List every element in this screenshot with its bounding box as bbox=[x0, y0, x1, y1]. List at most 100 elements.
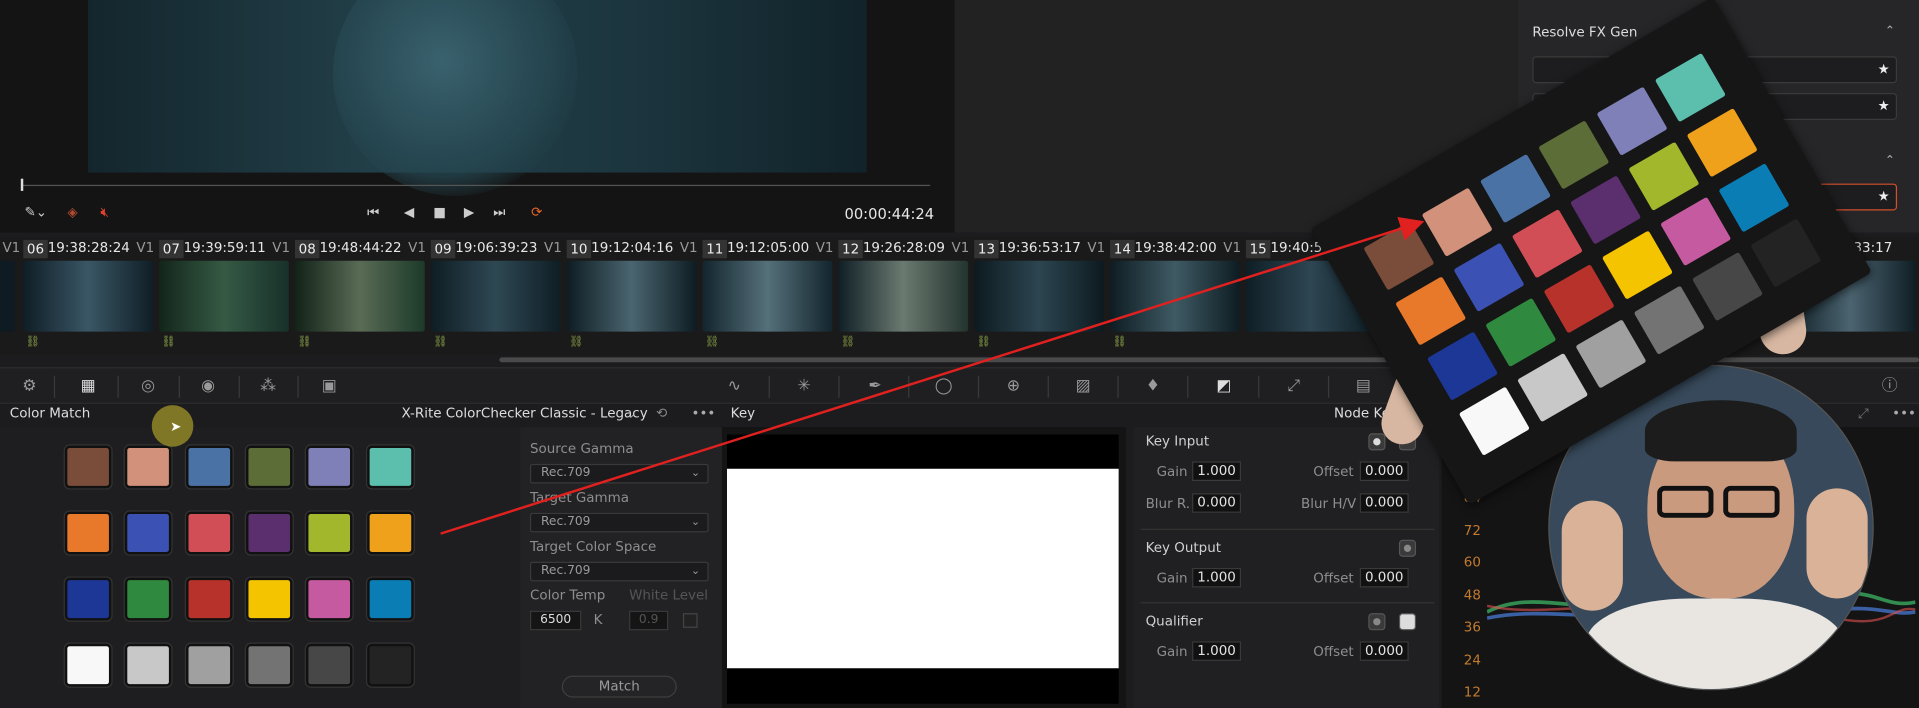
curves-icon[interactable]: ∿ bbox=[722, 376, 746, 398]
separator bbox=[977, 375, 980, 398]
collapse-icon[interactable]: ⌃ bbox=[1885, 24, 1895, 37]
qualifier-gain[interactable]: 1.000 bbox=[1192, 641, 1242, 661]
select-value: Rec.709 bbox=[540, 564, 591, 578]
clip[interactable]: 09 19:06:39:23 V1 ⛓ bbox=[428, 237, 564, 354]
color-swatch[interactable] bbox=[64, 643, 112, 687]
magic-mask-icon[interactable]: ▨ bbox=[1071, 376, 1095, 398]
chart-select[interactable]: X-Rite ColorChecker Classic - Legacy bbox=[401, 405, 647, 427]
source-gamma-select[interactable]: Rec.709 ⌄ bbox=[529, 463, 709, 484]
color-swatch[interactable] bbox=[64, 445, 112, 489]
scrub-bar[interactable] bbox=[22, 184, 931, 187]
key-output-gain[interactable]: 1.000 bbox=[1192, 567, 1242, 588]
color-swatch[interactable] bbox=[366, 643, 414, 687]
star-icon[interactable]: ★ bbox=[1878, 98, 1890, 114]
qualifier-invert-icon[interactable] bbox=[1398, 613, 1417, 631]
color-swatch[interactable] bbox=[366, 577, 414, 621]
match-button[interactable]: Match bbox=[561, 675, 677, 698]
color-swatch[interactable] bbox=[185, 445, 233, 489]
loop-icon[interactable]: ⟳ bbox=[531, 204, 542, 220]
key-input-gain[interactable]: 1.000 bbox=[1192, 461, 1242, 481]
color-swatch[interactable] bbox=[125, 445, 172, 489]
clip[interactable]: 14 19:38:42:00 V1 ⛓ bbox=[1108, 237, 1244, 354]
key-output-mask-icon[interactable] bbox=[1398, 539, 1417, 557]
3d-icon[interactable]: ▤ bbox=[1351, 376, 1375, 398]
more-icon[interactable]: ••• bbox=[692, 405, 716, 427]
hdr-icon[interactable]: ◉ bbox=[196, 376, 220, 398]
camera-raw-icon[interactable]: ⚙ bbox=[17, 376, 41, 398]
scope-tick: 36 bbox=[1463, 619, 1481, 636]
blur-icon[interactable]: ♦ bbox=[1141, 376, 1165, 398]
playhead[interactable] bbox=[20, 178, 24, 191]
key-icon[interactable]: ◩ bbox=[1212, 376, 1236, 398]
white-level-checkbox[interactable] bbox=[682, 613, 698, 628]
more-icon[interactable]: ••• bbox=[1892, 405, 1916, 427]
clip[interactable]: 13 19:36:53:17 V1 ⛓ bbox=[972, 237, 1108, 354]
color-swatch[interactable] bbox=[125, 577, 172, 621]
clip[interactable]: 08 19:48:44:22 V1 ⛓ bbox=[293, 237, 429, 354]
color-swatch[interactable] bbox=[245, 511, 293, 555]
color-swatch[interactable] bbox=[245, 643, 293, 687]
color-swatch[interactable] bbox=[306, 511, 353, 555]
checker-patch bbox=[1570, 175, 1642, 245]
mute-icon[interactable]: 🔇︎ bbox=[100, 204, 108, 221]
checker-patch bbox=[1395, 276, 1467, 346]
color-swatch[interactable] bbox=[306, 643, 353, 687]
color-swatch[interactable] bbox=[245, 577, 293, 621]
gain-label: Gain bbox=[1156, 570, 1188, 587]
last-frame-icon[interactable]: ⏭ bbox=[493, 204, 505, 221]
color-swatch[interactable] bbox=[185, 577, 233, 621]
picker-icon[interactable]: ✎⌄ bbox=[24, 204, 47, 220]
clip[interactable]: 10 19:12:04:16 V1 ⛓ bbox=[564, 237, 700, 354]
white-level-input[interactable]: 0.9 bbox=[629, 610, 669, 631]
star-icon[interactable]: ★ bbox=[1878, 61, 1890, 77]
sizing-icon[interactable]: ⤢ bbox=[1281, 376, 1305, 398]
clip[interactable]: 12 19:26:28:09 V1 ⛓ bbox=[836, 237, 972, 354]
color-temp-input[interactable]: 6500 bbox=[529, 610, 582, 631]
key-output-offset[interactable]: 0.000 bbox=[1359, 567, 1409, 588]
separator bbox=[1117, 375, 1119, 398]
clip[interactable]: 11 19:12:05:00 V1 ⛓ bbox=[700, 237, 836, 354]
color-wheels-icon[interactable]: ◎ bbox=[136, 376, 160, 398]
clip[interactable]: 06 19:38:28:24 V1 ⛓ bbox=[21, 237, 157, 354]
motion-effects-icon[interactable]: ▣ bbox=[317, 376, 341, 398]
expand-icon[interactable]: ⤢ bbox=[1858, 405, 1869, 427]
reverse-icon[interactable]: ◀ bbox=[404, 204, 414, 220]
key-input-mask-icon[interactable] bbox=[1368, 433, 1386, 451]
color-warper-icon[interactable]: ✳ bbox=[792, 376, 816, 398]
qualifier-mask-icon[interactable] bbox=[1368, 613, 1386, 631]
color-swatch[interactable] bbox=[366, 511, 414, 555]
color-swatch[interactable] bbox=[306, 577, 353, 621]
clip-thumbnail[interactable] bbox=[0, 260, 15, 332]
key-input-offset[interactable]: 0.000 bbox=[1359, 461, 1409, 481]
tracker-icon[interactable]: ⊕ bbox=[1001, 376, 1025, 398]
qualifier-icon[interactable]: ✒ bbox=[863, 376, 887, 398]
color-swatch[interactable] bbox=[366, 445, 414, 489]
info-icon[interactable]: ⓘ bbox=[1877, 376, 1901, 398]
key-input-blur-r[interactable]: 0.000 bbox=[1192, 493, 1242, 513]
collapse-icon[interactable]: ⌃ bbox=[1885, 154, 1895, 167]
stop-icon[interactable]: ■ bbox=[433, 204, 446, 220]
color-match-icon[interactable]: ▦ bbox=[76, 376, 100, 398]
target-color-space-select[interactable]: Rec.709 ⌄ bbox=[529, 561, 709, 582]
window-icon[interactable]: ◯ bbox=[931, 376, 955, 398]
color-swatch[interactable] bbox=[245, 445, 293, 489]
key-input-blur-hv[interactable]: 0.000 bbox=[1359, 493, 1409, 513]
color-swatch[interactable] bbox=[64, 577, 112, 621]
reset-icon[interactable]: ⟲ bbox=[656, 405, 667, 427]
color-swatch[interactable] bbox=[306, 445, 353, 489]
color-swatch[interactable] bbox=[64, 511, 112, 555]
rgb-mixer-icon[interactable]: ⁂ bbox=[256, 376, 280, 398]
checker-patch bbox=[1633, 285, 1705, 355]
play-icon[interactable]: ▶ bbox=[464, 204, 474, 220]
first-frame-icon[interactable]: ⏮ bbox=[367, 204, 379, 221]
star-icon[interactable]: ★ bbox=[1878, 188, 1890, 204]
color-swatch[interactable] bbox=[125, 511, 172, 555]
layers-icon[interactable]: ◈ bbox=[67, 204, 77, 220]
clip[interactable]: 07 19:39:59:11 V1 ⛓ bbox=[157, 237, 293, 354]
target-gamma-select[interactable]: Rec.709 ⌄ bbox=[529, 512, 709, 533]
qualifier-offset[interactable]: 0.000 bbox=[1359, 641, 1409, 661]
color-swatch[interactable] bbox=[185, 643, 233, 687]
color-swatch[interactable] bbox=[185, 511, 233, 555]
scope-tick: 12 bbox=[1463, 684, 1481, 701]
color-swatch[interactable] bbox=[125, 643, 172, 687]
